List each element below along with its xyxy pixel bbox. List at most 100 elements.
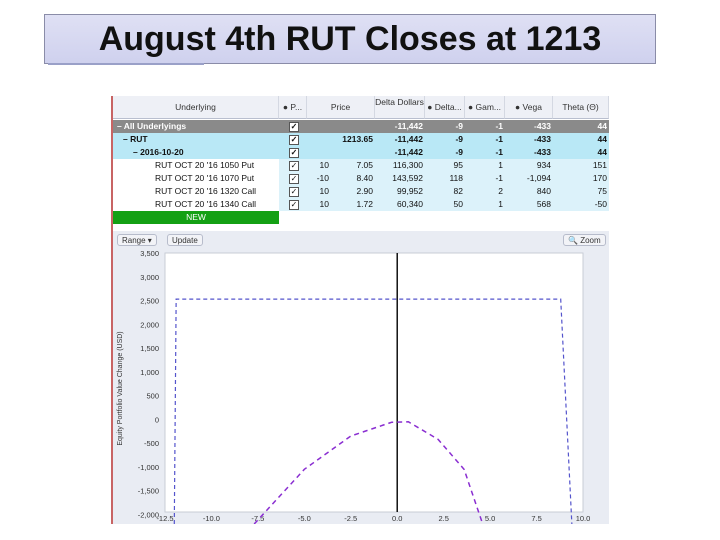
cell-price [331, 146, 375, 159]
risk-graph-panel: Range ▾ Update 🔍 Zoom 3,500 3,000 2,500 2,0… [113, 231, 609, 524]
y-tick-label: -500 [144, 439, 159, 448]
row-checkbox[interactable]: ✓ [289, 174, 299, 184]
cell-theta: 151 [592, 160, 607, 170]
cell-gamma: 2 [498, 186, 503, 196]
cell-gamma: -1 [495, 147, 503, 157]
table-row[interactable]: RUT OCT 20 '16 1070 Put ✓ 8.40 143,592 118 -1… [113, 172, 609, 185]
cell-delta_dollars: 143,592 [392, 173, 423, 183]
cell-position: 10 [319, 160, 329, 170]
table-row[interactable]: – All Underlyings ✓ -11,442 -9 -1 -433 44 [113, 120, 609, 133]
row-checkbox[interactable]: ✓ [289, 148, 299, 158]
x-tick-label: 10.0 [576, 514, 591, 523]
column-header-4[interactable]: ● Delta... [425, 96, 465, 119]
cell-delta_dollars: 99,952 [397, 186, 423, 196]
cell-gamma: 1 [498, 199, 503, 209]
cell-name: – RUT [123, 134, 148, 144]
risk-graph: 3,500 3,000 2,500 2,000 1,500 1,000 500 0 -500 -1… [117, 249, 591, 524]
cell-vega: 840 [536, 186, 551, 196]
cell-gamma: 1 [498, 160, 503, 170]
cell-name: RUT OCT 20 '16 1320 Call [113, 185, 279, 198]
cell-price: 1.72 [356, 199, 373, 209]
x-tick-label: -12.5 [156, 514, 173, 523]
cell-name: RUT OCT 20 '16 1340 Call [113, 198, 279, 211]
cell-delta: 82 [453, 186, 463, 196]
cell-theta: -50 [594, 199, 607, 209]
cell-gamma: -1 [495, 134, 503, 144]
column-header-6[interactable]: ● Vega [505, 96, 553, 119]
y-tick-label: 500 [146, 392, 159, 401]
x-tick-label: 2.5 [438, 514, 448, 523]
y-tick-label: 3,500 [140, 249, 159, 258]
cell-price [331, 120, 375, 133]
table-row[interactable]: RUT OCT 20 '16 1050 Put ✓ 7.05 116,300 95 1 93… [113, 159, 609, 172]
new-position-button[interactable]: NEW [113, 211, 279, 224]
cell-delta: -9 [455, 134, 463, 144]
cell-delta_dollars: -11,442 [394, 134, 423, 144]
x-tick-label: -2.5 [344, 514, 357, 523]
cell-vega: 568 [536, 199, 551, 209]
cell-pos: ✓ [279, 198, 307, 211]
cell-name: – All Underlyings [117, 121, 187, 131]
cell-vega: -433 [533, 134, 551, 144]
column-header-1[interactable]: ● P... [279, 96, 307, 119]
table-row[interactable]: – RUT ✓ 1213.65 -11,442 -9 -1 -433 44 [113, 133, 609, 146]
cell-theta: 44 [597, 134, 607, 144]
cell-vega: -433 [533, 121, 551, 131]
cell-pos: ✓ [279, 133, 307, 146]
option-analysis-window: Underlying ● P... Price Delta Dollars ● Delt… [111, 96, 609, 524]
column-header-3[interactable]: Delta Dollars [375, 96, 425, 119]
column-header-5[interactable]: ● Gam... [465, 96, 505, 119]
cell-position [307, 133, 331, 146]
cell-delta: -9 [455, 147, 463, 157]
cell-vega: -1,094 [526, 173, 551, 183]
y-axis-label: Equity Portfolio Value Change (USD) [117, 331, 124, 445]
cell-delta: 50 [453, 199, 463, 209]
y-tick-label: -1,000 [138, 463, 159, 472]
row-checkbox[interactable]: ✓ [289, 187, 299, 197]
slide-title-box: August 4th RUT Closes at 1213 [44, 14, 656, 64]
cell-theta: 44 [597, 147, 607, 157]
y-tick-label: 1,500 [140, 344, 159, 353]
cell-position: -10 [316, 173, 329, 183]
x-tick-label: 0.0 [392, 514, 402, 523]
x-tick-label: 7.5 [531, 514, 541, 523]
table-row[interactable]: – 2016-10-20 ✓ -11,442 -9 -1 -433 44 [113, 146, 609, 159]
title-underline [48, 63, 204, 65]
x-tick-label: -10.0 [203, 514, 220, 523]
cell-theta: 75 [597, 186, 607, 196]
y-tick-label: 3,000 [140, 273, 159, 282]
column-header-2[interactable]: Price [307, 96, 375, 119]
cell-name: RUT OCT 20 '16 1070 Put [113, 172, 279, 185]
cell-pos: ✓ [279, 120, 307, 133]
cell-theta: 170 [592, 173, 607, 183]
cell-delta: -9 [455, 121, 463, 131]
cell-price: 1213.65 [342, 134, 373, 144]
cell-delta: 118 [449, 173, 463, 183]
row-checkbox[interactable]: ✓ [289, 200, 299, 210]
y-tick-label: 1,000 [140, 368, 159, 377]
cell-theta: 44 [597, 121, 607, 131]
cell-position [307, 120, 331, 133]
x-tick-label: 5.0 [485, 514, 495, 523]
new-row[interactable]: NEW [113, 211, 609, 224]
cell-delta_dollars: -11,442 [394, 147, 423, 157]
y-tick-label: 2,500 [140, 297, 159, 306]
cell-position [307, 146, 331, 159]
row-checkbox[interactable]: ✓ [289, 161, 299, 171]
cell-pos: ✓ [279, 185, 307, 198]
row-checkbox[interactable]: ✓ [289, 122, 299, 132]
column-header-0[interactable]: Underlying [113, 96, 279, 119]
table-row[interactable]: RUT OCT 20 '16 1340 Call ✓ 1.72 60,340 50 1 56… [113, 198, 609, 211]
cell-pos: ✓ [279, 172, 307, 185]
table-row[interactable]: RUT OCT 20 '16 1320 Call ✓ 2.90 99,952 82 2 84… [113, 185, 609, 198]
cell-pos: ✓ [279, 146, 307, 159]
cell-price: 8.40 [356, 173, 373, 183]
cell-name: – 2016-10-20 [133, 147, 184, 157]
cell-vega: 934 [536, 160, 551, 170]
cell-delta_dollars: -11,442 [394, 121, 423, 131]
column-header-7[interactable]: Theta (Θ) [553, 96, 609, 119]
cell-position: 10 [319, 199, 329, 209]
y-tick-label: -1,500 [138, 487, 159, 496]
row-checkbox[interactable]: ✓ [289, 135, 299, 145]
positions-grid: Underlying ● P... Price Delta Dollars ● Delt… [113, 96, 609, 228]
